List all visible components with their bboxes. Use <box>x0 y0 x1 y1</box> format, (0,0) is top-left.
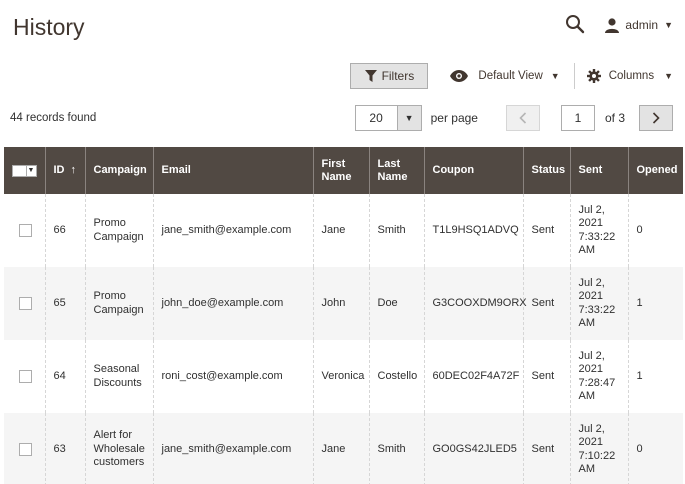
chevron-left-icon <box>519 112 527 124</box>
header-row: ▼ ID ↑ Campaign Email First Name Last Nam… <box>4 147 683 194</box>
cell-first-name: Jane <box>312 413 369 484</box>
default-view-label: Default View <box>478 70 543 82</box>
gear-icon <box>586 69 601 83</box>
cell-status: Sent <box>522 413 570 484</box>
cell-email: jane_smith@example.com <box>152 413 313 484</box>
records-found: 44 records found <box>10 112 97 124</box>
cell-sent: Jul 2, 2021 7:10:22 AM <box>569 413 628 484</box>
cell-status: Sent <box>522 340 570 413</box>
cell-coupon: GO0GS42JLED5 <box>423 413 523 484</box>
sort-arrow-up-icon: ↑ <box>70 164 77 176</box>
column-header-status[interactable]: Status <box>522 147 570 194</box>
cell-opened: 1 <box>627 267 683 340</box>
table-row[interactable]: 65 Promo Campaign john_doe@example.com J… <box>4 267 683 340</box>
page-count: of 3 <box>604 111 625 125</box>
cell-sent: Jul 2, 2021 7:33:22 AM <box>569 267 628 340</box>
chevron-down-icon: ▼ <box>404 113 414 123</box>
cell-last-name: Doe <box>368 267 424 340</box>
header-actions: admin ▼ <box>565 14 673 36</box>
columns-label: Columns <box>608 70 655 82</box>
cell-id: 66 <box>44 194 85 267</box>
row-checkbox[interactable] <box>19 443 32 456</box>
previous-page-button[interactable] <box>505 105 540 131</box>
cell-sent: Jul 2, 2021 7:28:47 AM <box>569 340 628 413</box>
row-checkbox[interactable] <box>19 297 32 310</box>
chevron-down-icon: ▼ <box>664 71 673 81</box>
cell-id: 63 <box>44 413 85 484</box>
current-page-input[interactable]: 1 <box>560 105 595 131</box>
column-header-campaign[interactable]: Campaign <box>84 147 153 194</box>
cell-id: 64 <box>44 340 85 413</box>
cell-email: jane_smith@example.com <box>152 194 313 267</box>
column-header-last-name[interactable]: Last Name <box>368 147 424 194</box>
cell-opened: 0 <box>627 194 683 267</box>
cell-email: john_doe@example.com <box>152 267 313 340</box>
cell-last-name: Costello <box>368 340 424 413</box>
cell-opened: 0 <box>627 413 683 484</box>
cell-first-name: Veronica <box>312 340 369 413</box>
column-header-opened[interactable]: Opened <box>627 147 683 194</box>
search-icon[interactable] <box>565 14 587 36</box>
per-page-select[interactable]: 20 <box>354 105 397 131</box>
column-header-sent[interactable]: Sent <box>569 147 628 194</box>
cell-status: Sent <box>522 267 570 340</box>
history-grid: ▼ ID ↑ Campaign Email First Name Last Nam… <box>4 147 683 484</box>
chevron-right-icon <box>652 112 660 124</box>
per-page-label: per page <box>430 111 478 125</box>
columns-dropdown[interactable]: Columns ▼ <box>586 69 673 83</box>
page-title: History <box>13 14 85 40</box>
mass-select-dropdown[interactable]: ▼ <box>12 164 37 177</box>
cell-campaign: Promo Campaign <box>84 267 153 340</box>
pager: 20 ▼ per page 1 of 3 <box>354 105 673 131</box>
chevron-down-icon[interactable]: ▼ <box>26 164 37 177</box>
cell-sent: Jul 2, 2021 7:33:22 AM <box>569 194 628 267</box>
mass-select-checkbox[interactable] <box>12 164 27 177</box>
admin-user-label: admin <box>625 18 659 32</box>
cell-id: 65 <box>44 267 85 340</box>
table-row[interactable]: 63 Alert for Wholesale customers jane_sm… <box>4 413 683 484</box>
cell-email: roni_cost@example.com <box>152 340 313 413</box>
admin-user-menu[interactable]: admin ▼ <box>605 17 673 33</box>
cell-campaign: Alert for Wholesale customers <box>84 413 153 484</box>
column-header-id[interactable]: ID ↑ <box>44 147 85 194</box>
funnel-icon <box>364 70 377 82</box>
chevron-down-icon: ▼ <box>664 20 673 30</box>
toolbar-divider <box>573 63 575 89</box>
mass-select-header[interactable]: ▼ <box>4 147 45 194</box>
column-header-coupon[interactable]: Coupon <box>423 147 523 194</box>
user-icon <box>605 17 620 33</box>
default-view-dropdown[interactable]: Default View ▼ <box>450 70 560 82</box>
per-page-toggle[interactable]: ▼ <box>396 105 422 131</box>
cell-first-name: Jane <box>312 194 369 267</box>
cell-coupon: T1L9HSQ1ADVQ <box>423 194 523 267</box>
cell-coupon: 60DEC02F4A72F <box>423 340 523 413</box>
cell-campaign: Promo Campaign <box>84 194 153 267</box>
column-header-email[interactable]: Email <box>152 147 313 194</box>
table-row[interactable]: 66 Promo Campaign jane_smith@example.com… <box>4 194 683 267</box>
filters-label: Filters <box>381 69 415 83</box>
cell-last-name: Smith <box>368 413 424 484</box>
cell-campaign: Seasonal Discounts <box>84 340 153 413</box>
chevron-down-icon: ▼ <box>550 71 560 81</box>
cell-first-name: John <box>312 267 369 340</box>
row-checkbox[interactable] <box>19 224 32 237</box>
filters-button[interactable]: Filters <box>350 63 429 89</box>
cell-coupon: G3COOXDM9ORX <box>423 267 527 340</box>
cell-opened: 1 <box>627 340 683 413</box>
grid-toolbar: Filters Default View ▼ Columns ▼ <box>350 63 673 89</box>
row-checkbox[interactable] <box>19 370 32 383</box>
next-page-button[interactable] <box>639 105 673 131</box>
eye-icon <box>450 70 469 82</box>
table-row[interactable]: 64 Seasonal Discounts roni_cost@example.… <box>4 340 683 413</box>
cell-status: Sent <box>522 194 570 267</box>
column-header-first-name[interactable]: First Name <box>312 147 369 194</box>
cell-last-name: Smith <box>368 194 424 267</box>
